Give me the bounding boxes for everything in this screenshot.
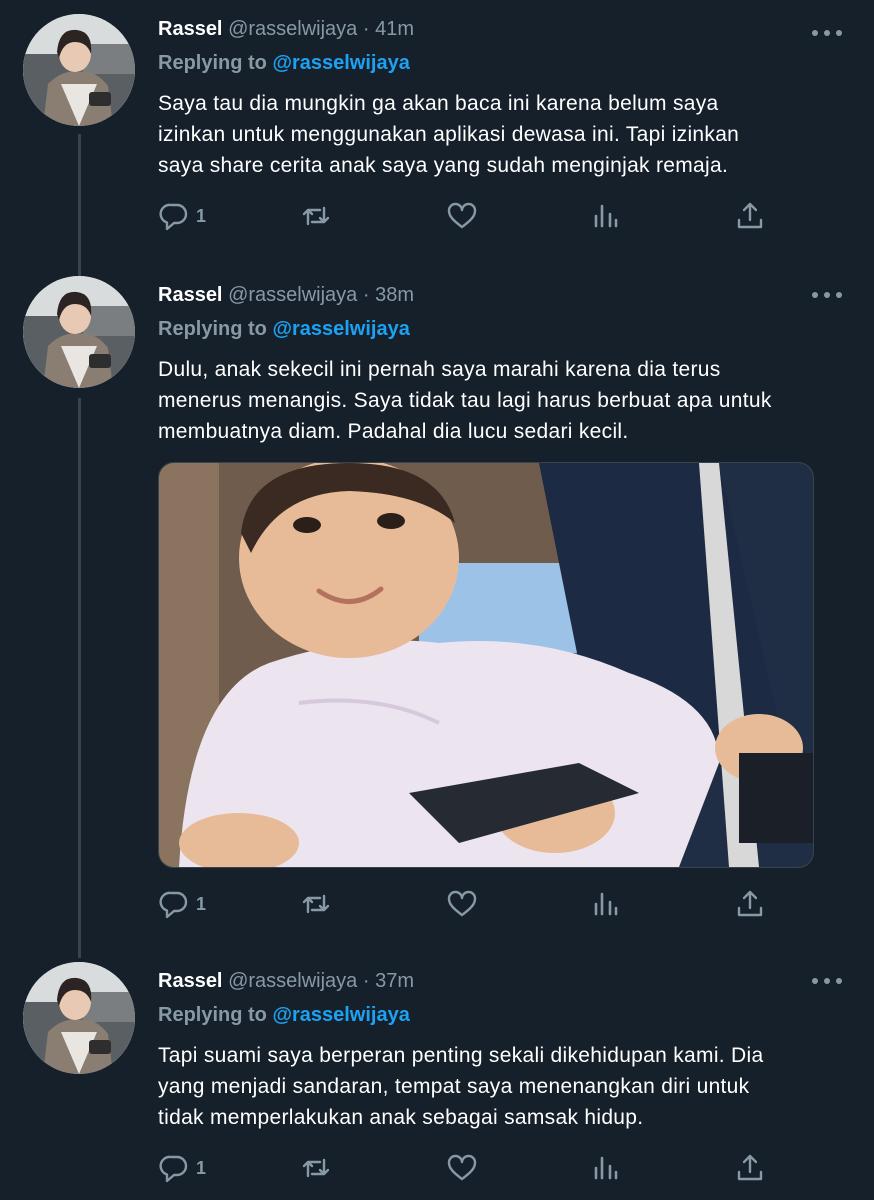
avatar-image (23, 276, 135, 388)
reply-button[interactable]: 1 (158, 198, 206, 234)
like-icon (447, 890, 477, 917)
tweet[interactable]: Rassel @rasselwijaya · 38m Replying to @… (0, 262, 874, 942)
timestamp[interactable]: 38m (375, 284, 414, 306)
avatar[interactable] (23, 276, 135, 388)
baby-photo (159, 463, 813, 867)
retweet-button[interactable] (300, 198, 332, 234)
share-icon (737, 1154, 763, 1181)
analytics-button[interactable] (590, 886, 622, 922)
avatar[interactable] (23, 962, 135, 1074)
like-button[interactable] (446, 886, 478, 922)
avatar-image (23, 14, 135, 126)
separator-dot: · (362, 284, 370, 306)
tweet-text-line: Saya tau dia mungkin ga akan baca ini ka… (158, 92, 719, 115)
more-options-icon[interactable] (812, 976, 842, 986)
analytics-icon (594, 892, 618, 916)
retweet-button[interactable] (300, 1150, 332, 1186)
retweet-icon (302, 894, 330, 914)
analytics-icon (594, 204, 618, 228)
share-icon (737, 202, 763, 229)
replying-to: Replying to @rasselwijaya (158, 1002, 850, 1028)
like-icon (447, 1154, 477, 1181)
analytics-button[interactable] (590, 198, 622, 234)
replying-to-label: Replying to (158, 318, 267, 340)
tweet-text-line: tidak memperlakukan anak sebagai samsak … (158, 1106, 644, 1129)
analytics-icon (594, 1156, 618, 1180)
replying-to-link[interactable]: @rasselwijaya (272, 318, 409, 340)
retweet-button[interactable] (300, 886, 332, 922)
tweet[interactable]: Rassel @rasselwijaya · 37m Replying to @… (0, 948, 874, 1200)
more-options-icon[interactable] (812, 28, 842, 38)
reply-icon (159, 203, 188, 231)
reply-button[interactable]: 1 (158, 886, 206, 922)
tweet-text-line: membuatnya diam. Padahal dia lucu sedari… (158, 420, 629, 443)
tweet-text: Dulu, anak sekecil ini pernah saya marah… (158, 354, 850, 447)
tweet-text: Tapi suami saya berperan penting sekali … (158, 1040, 850, 1133)
more-options-icon[interactable] (812, 290, 842, 300)
reply-button[interactable]: 1 (158, 1150, 206, 1186)
retweet-icon (302, 206, 330, 226)
share-button[interactable] (734, 886, 766, 922)
share-icon (737, 890, 763, 917)
tweet-text-line: izinkan untuk menggunakan aplikasi dewas… (158, 123, 740, 146)
avatar-image (23, 962, 135, 1074)
tweet-text: Saya tau dia mungkin ga akan baca ini ka… (158, 88, 850, 181)
tweet-actions: 1 (158, 198, 778, 234)
replying-to-label: Replying to (158, 52, 267, 74)
replying-to-label: Replying to (158, 1004, 267, 1026)
tweet-actions: 1 (158, 886, 778, 922)
like-icon (447, 202, 477, 229)
separator-dot: · (362, 18, 370, 40)
tweet-header: Rassel @rasselwijaya · 41m (158, 16, 850, 42)
tweet-photo[interactable] (158, 462, 814, 868)
analytics-button[interactable] (590, 1150, 622, 1186)
tweet-text-line: Tapi suami saya berperan penting sekali … (158, 1044, 764, 1067)
like-button[interactable] (446, 198, 478, 234)
tweet-header: Rassel @rasselwijaya · 37m (158, 968, 850, 994)
share-button[interactable] (734, 1150, 766, 1186)
tweet[interactable]: Rassel @rasselwijaya · 41m Replying to @… (0, 0, 874, 260)
avatar[interactable] (23, 14, 135, 126)
retweet-icon (302, 1158, 330, 1178)
share-button[interactable] (734, 198, 766, 234)
timestamp[interactable]: 37m (375, 970, 414, 992)
separator-dot: · (362, 970, 370, 992)
replying-to: Replying to @rasselwijaya (158, 50, 850, 76)
tweet-text-line: saya share cerita anak saya yang sudah m… (158, 154, 729, 177)
tweet-header: Rassel @rasselwijaya · 38m (158, 282, 850, 308)
display-name[interactable]: Rassel (158, 970, 223, 992)
reply-count: 1 (196, 893, 207, 914)
reply-icon (159, 891, 188, 919)
replying-to-link[interactable]: @rasselwijaya (272, 1004, 409, 1026)
display-name[interactable]: Rassel (158, 284, 223, 306)
tweet-text-line: Dulu, anak sekecil ini pernah saya marah… (158, 358, 721, 381)
username[interactable]: @rasselwijaya (228, 970, 357, 992)
display-name[interactable]: Rassel (158, 18, 223, 40)
username[interactable]: @rasselwijaya (228, 284, 357, 306)
replying-to: Replying to @rasselwijaya (158, 316, 850, 342)
reply-count: 1 (196, 1157, 207, 1178)
timestamp[interactable]: 41m (375, 18, 414, 40)
username[interactable]: @rasselwijaya (228, 18, 357, 40)
like-button[interactable] (446, 1150, 478, 1186)
tweet-text-line: menerus menangis. Saya tidak tau lagi ha… (158, 389, 772, 412)
replying-to-link[interactable]: @rasselwijaya (272, 52, 409, 74)
reply-icon (159, 1155, 188, 1183)
tweet-actions: 1 (158, 1150, 778, 1186)
reply-count: 1 (196, 205, 207, 226)
tweet-text-line: yang menjadi sandaran, tempat saya menen… (158, 1075, 750, 1098)
